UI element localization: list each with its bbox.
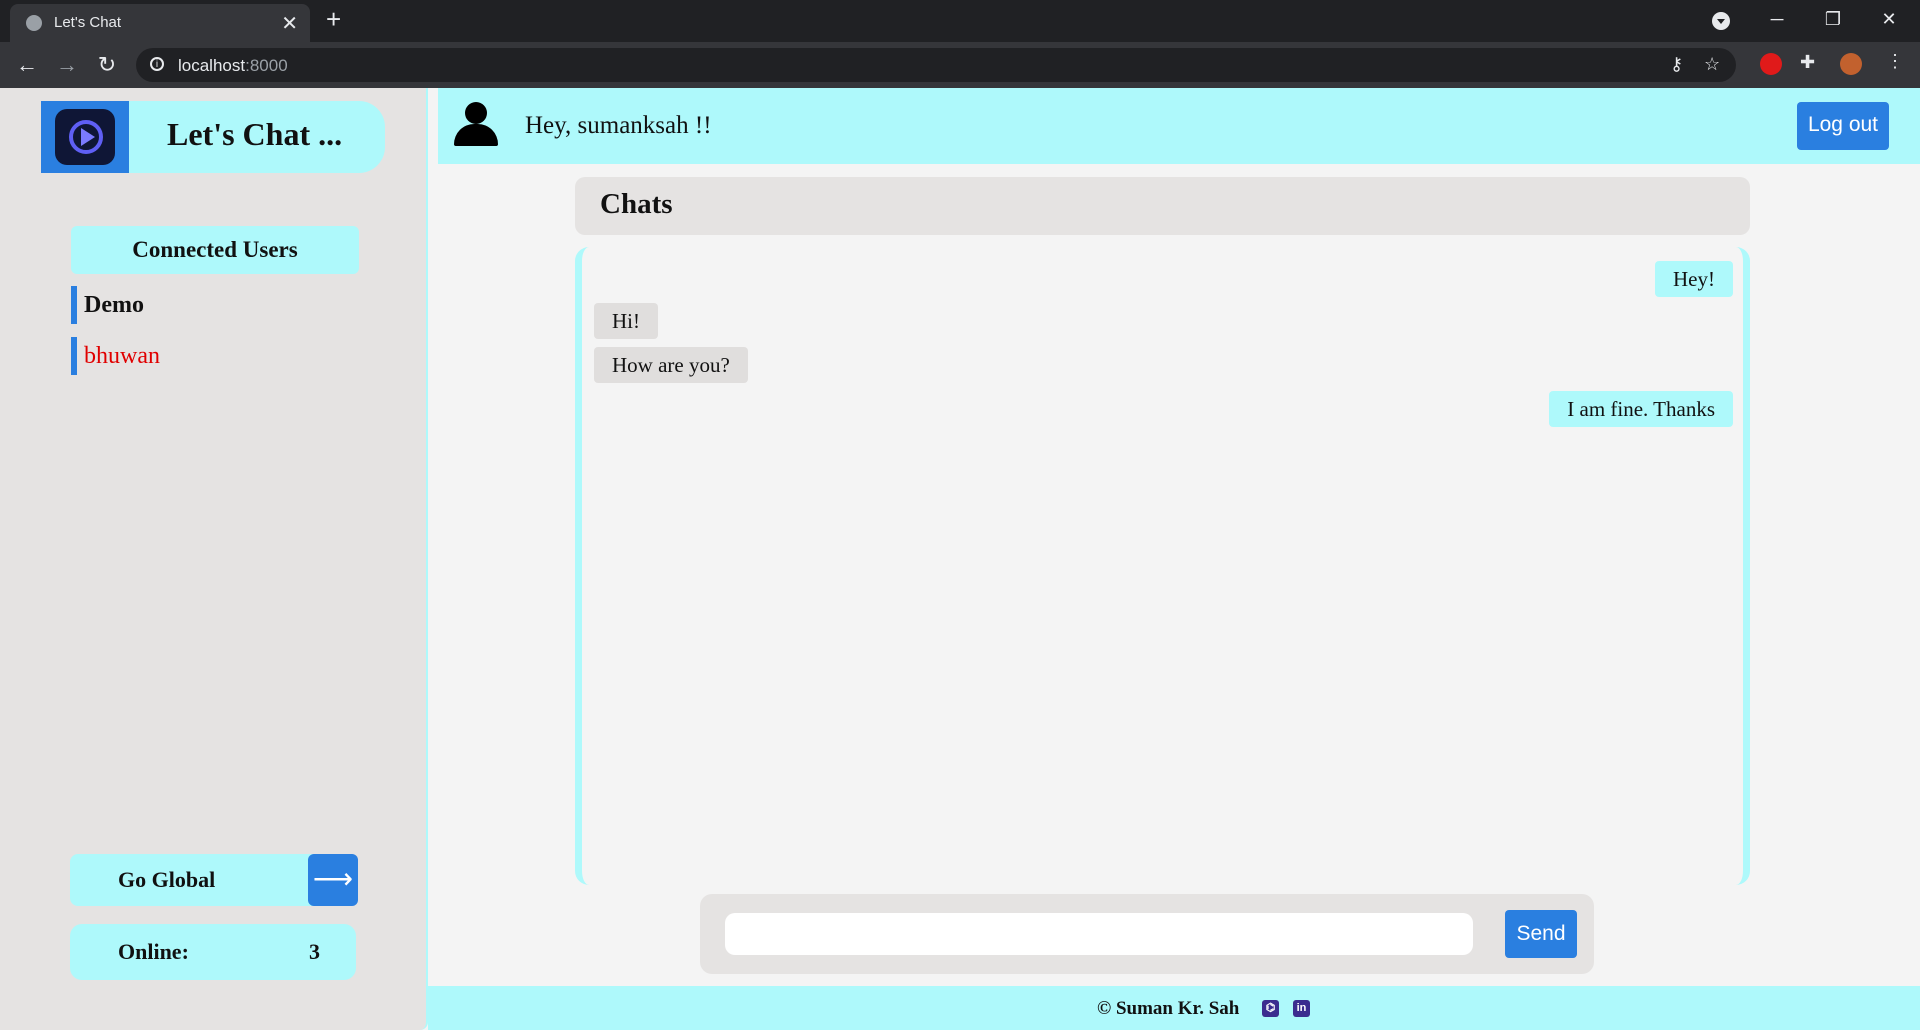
address-bar[interactable]: i localhost:8000 ⚷ ☆ bbox=[136, 48, 1736, 82]
close-tab-icon[interactable]: ✕ bbox=[281, 11, 298, 36]
chats-header: Chats bbox=[575, 177, 1750, 235]
online-count: 3 bbox=[309, 939, 320, 964]
tab-title: Let's Chat bbox=[54, 14, 122, 31]
online-label: Online: bbox=[118, 939, 189, 964]
tab-search-icon[interactable] bbox=[1712, 12, 1730, 30]
reload-button[interactable]: ↻ bbox=[92, 50, 122, 80]
puzzle-icon[interactable]: ✚ bbox=[1800, 52, 1815, 73]
close-window-button[interactable]: ✕ bbox=[1866, 4, 1912, 34]
forward-button[interactable]: → bbox=[52, 50, 82, 80]
minimize-button[interactable]: ─ bbox=[1754, 4, 1800, 34]
profile-avatar[interactable] bbox=[1840, 53, 1862, 75]
play-icon bbox=[69, 120, 103, 154]
message-input[interactable] bbox=[725, 913, 1473, 955]
brand-banner: Let's Chat ... bbox=[41, 101, 385, 173]
greeting-text: Hey, sumanksah !! bbox=[525, 112, 712, 139]
browser-tab-bar: Let's Chat ✕ + ─ ❐ ✕ bbox=[0, 0, 1920, 42]
footer: © Suman Kr. Sah ⌬ in bbox=[428, 986, 1920, 1030]
key-icon[interactable]: ⚷ bbox=[1670, 54, 1683, 75]
go-global-panel: Go Global ⟶ bbox=[70, 854, 358, 906]
new-tab-button[interactable]: + bbox=[326, 4, 341, 35]
app-logo bbox=[41, 101, 129, 173]
app-page: Let's Chat ... Connected Users Demo bhuw… bbox=[0, 88, 1920, 1030]
brand-name: Let's Chat ... bbox=[167, 116, 343, 152]
sidebar: Let's Chat ... Connected Users Demo bhuw… bbox=[0, 88, 428, 1030]
user-item-demo[interactable]: Demo bbox=[71, 286, 144, 324]
site-info-icon[interactable]: i bbox=[150, 57, 164, 71]
github-icon[interactable]: ⌬ bbox=[1262, 1000, 1279, 1017]
chats-title: Chats bbox=[600, 188, 673, 220]
browser-toolbar: ← → ↻ i localhost:8000 ⚷ ☆ ✚ ⋮ bbox=[0, 42, 1920, 88]
chat-messages-area[interactable]: Hey! Hi! How are you? I am fine. Thanks bbox=[575, 247, 1750, 885]
copyright-text: © Suman Kr. Sah bbox=[1097, 998, 1240, 1019]
kebab-menu-icon[interactable]: ⋮ bbox=[1886, 51, 1904, 72]
connected-users-title: Connected Users bbox=[71, 226, 359, 274]
user-item-bhuwan[interactable]: bhuwan bbox=[71, 337, 160, 375]
send-button[interactable]: Send bbox=[1505, 910, 1577, 958]
extension-stop-icon[interactable] bbox=[1760, 53, 1782, 75]
star-icon[interactable]: ☆ bbox=[1704, 54, 1720, 75]
top-bar: Hey, sumanksah !! Log out bbox=[438, 88, 1920, 164]
back-button[interactable]: ← bbox=[12, 50, 42, 80]
message-received: How are you? bbox=[594, 347, 748, 383]
message-sent: I am fine. Thanks bbox=[1549, 391, 1733, 427]
maximize-button[interactable]: ❐ bbox=[1810, 4, 1856, 34]
go-global-label: Go Global bbox=[118, 867, 216, 892]
message-received: Hi! bbox=[594, 303, 658, 339]
message-sent: Hey! bbox=[1655, 261, 1733, 297]
online-counter: Online: 3 bbox=[70, 924, 356, 980]
message-composer: Send bbox=[700, 894, 1594, 974]
go-global-button[interactable]: ⟶ bbox=[308, 854, 358, 906]
url-text: localhost:8000 bbox=[178, 56, 288, 75]
user-avatar-icon bbox=[454, 102, 498, 146]
logout-button[interactable]: Log out bbox=[1797, 102, 1889, 150]
globe-icon bbox=[26, 15, 42, 31]
linkedin-icon[interactable]: in bbox=[1293, 1000, 1310, 1017]
browser-tab[interactable]: Let's Chat ✕ bbox=[10, 4, 310, 42]
